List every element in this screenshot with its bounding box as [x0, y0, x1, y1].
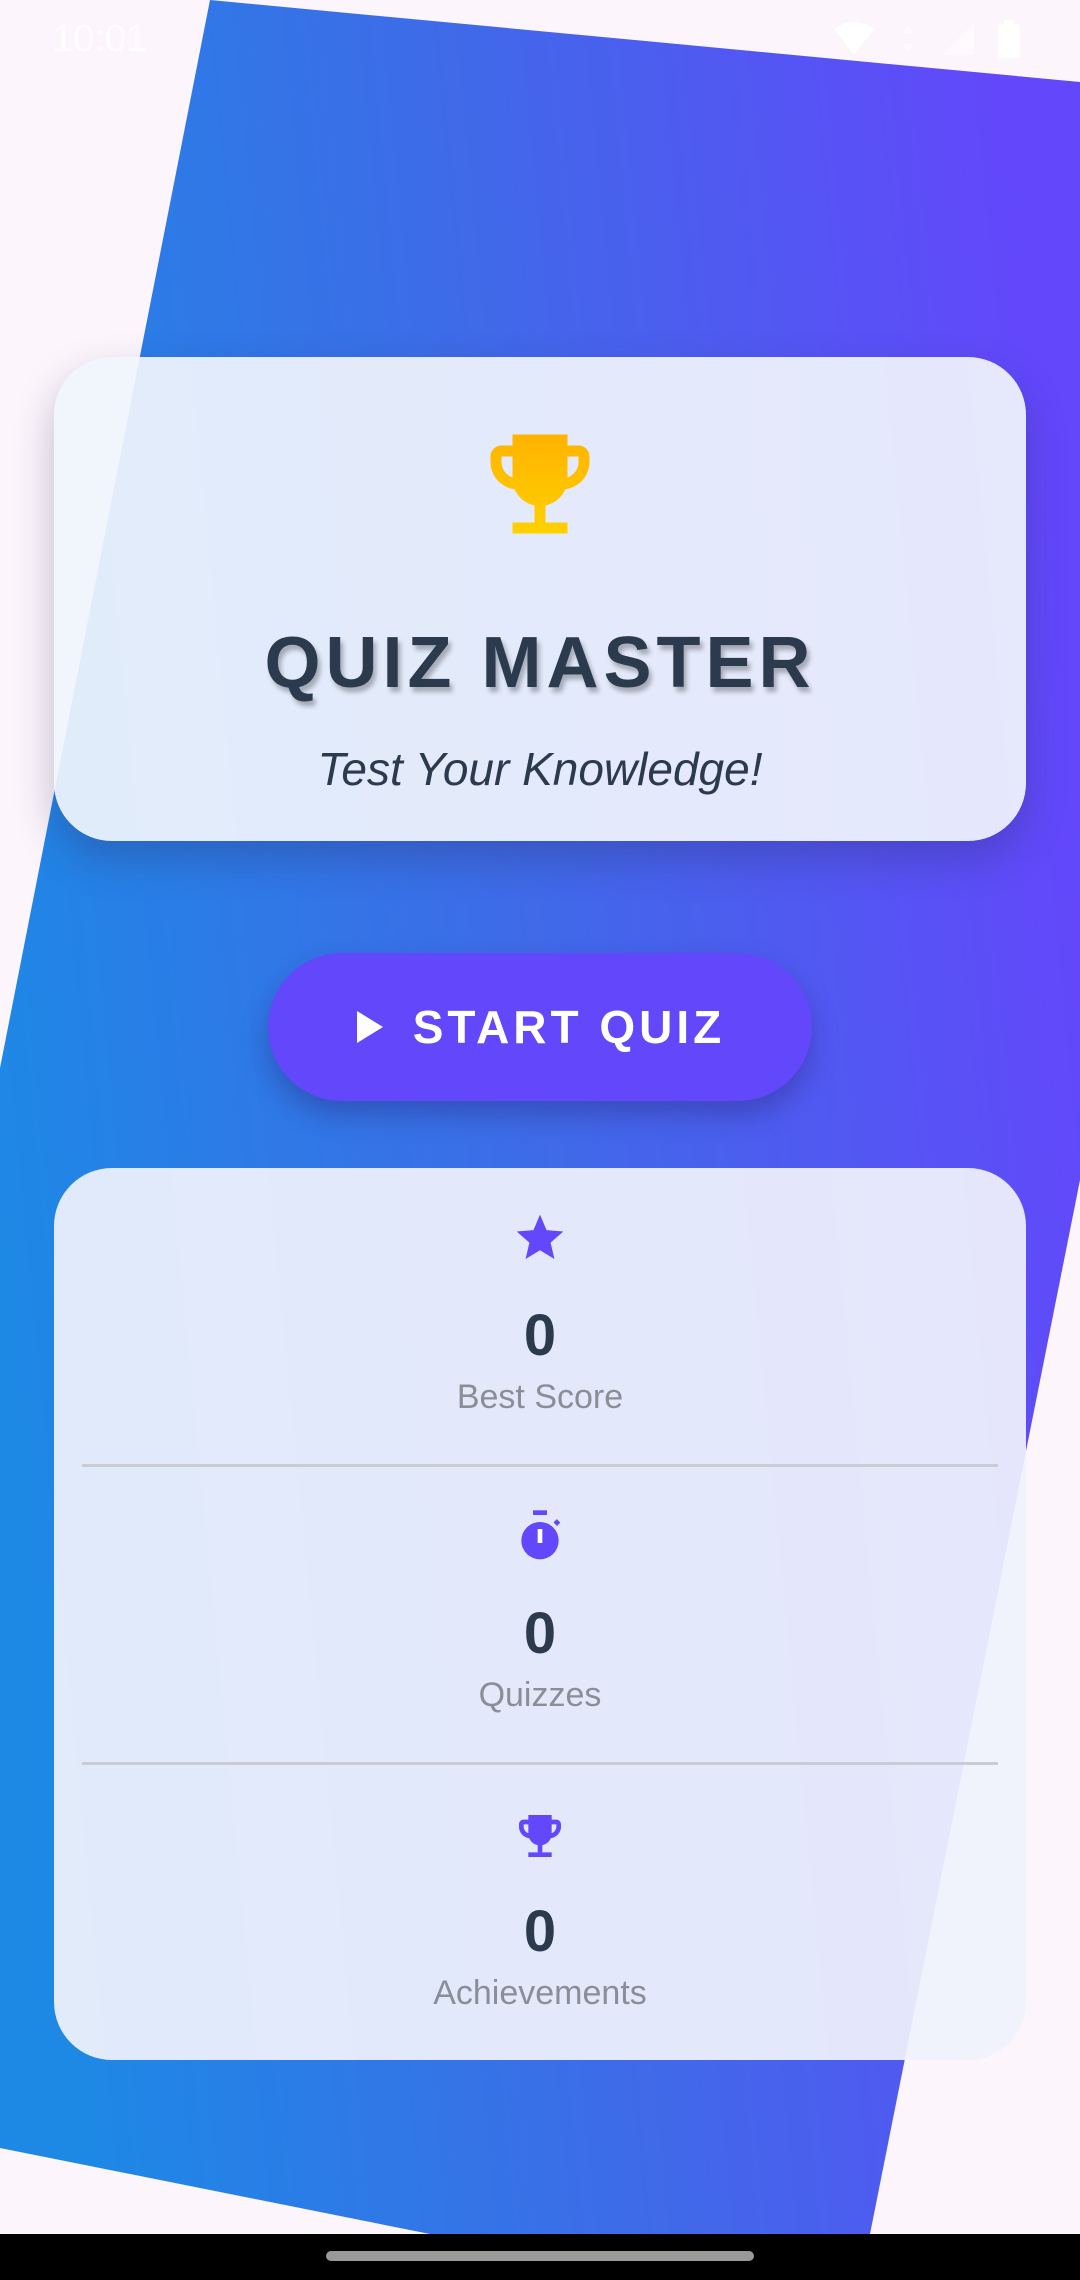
- data-icon: [902, 26, 914, 52]
- signal-icon: [942, 23, 974, 55]
- stat-achievements: 0 Achievements: [0, 1808, 1080, 2028]
- app-subtitle: Test Your Knowledge!: [317, 743, 763, 795]
- stat-value: 0: [523, 1899, 557, 1964]
- wifi-icon: [834, 22, 874, 55]
- stat-quizzes: 0 Quizzes: [0, 1508, 1080, 1728]
- trophy-icon: [519, 1815, 561, 1857]
- start-quiz-button[interactable]: START QUIZ: [268, 953, 812, 1101]
- status-bar: 10:01: [0, 0, 1080, 80]
- stats-divider: [82, 1464, 998, 1467]
- star-icon: [516, 1214, 564, 1259]
- status-icons: [832, 20, 1020, 58]
- stat-label: Best Score: [456, 1378, 624, 1416]
- stat-label: Achievements: [433, 1974, 647, 2012]
- stats-divider: [82, 1762, 998, 1765]
- trophy-icon: [490, 434, 590, 534]
- stat-value: 0: [523, 1601, 557, 1666]
- app-title: QUIZ MASTER: [264, 623, 816, 703]
- play-icon: [356, 1011, 383, 1043]
- stat-best-score: 0 Best Score: [0, 1210, 1080, 1430]
- stat-value: 0: [523, 1303, 557, 1368]
- home-gesture-handle[interactable]: [326, 2251, 754, 2261]
- battery-icon: [998, 20, 1020, 58]
- stat-label: Quizzes: [478, 1676, 602, 1714]
- stopwatch-icon: [521, 1510, 561, 1560]
- status-time: 10:01: [52, 18, 148, 60]
- navigation-bar: [0, 2234, 1080, 2280]
- start-quiz-label: START QUIZ: [412, 1001, 726, 1053]
